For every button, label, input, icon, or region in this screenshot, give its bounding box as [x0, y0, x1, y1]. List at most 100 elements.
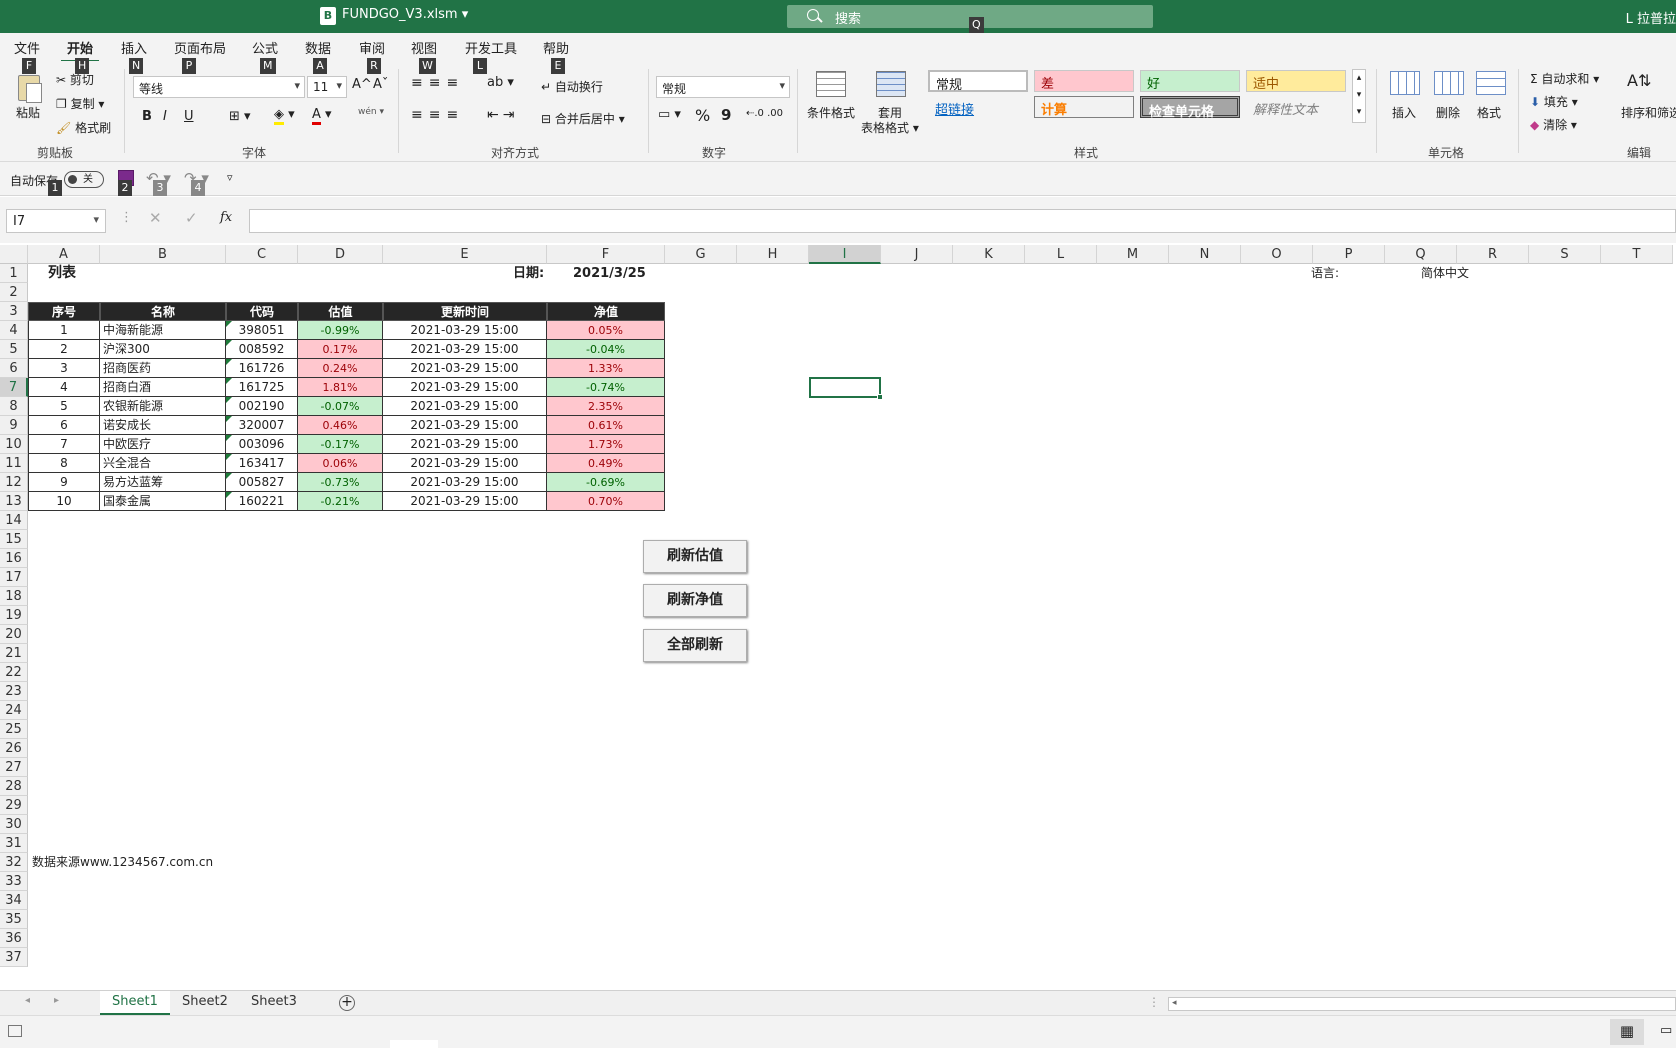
table-cell-name[interactable]: 招商白酒 [100, 378, 226, 397]
spreadsheet-grid[interactable]: A B C D E F G H I J K L M N O P Q R S T 1 2 3 4 5 6 7 8 9 10 11 12 13 14 1… [0, 245, 1676, 990]
row-header-3[interactable]: 3 [0, 302, 28, 321]
table-cell-no[interactable]: 6 [28, 416, 100, 435]
column-header-C[interactable]: C [226, 245, 298, 264]
date-label[interactable]: 日期: [513, 264, 563, 283]
font-size-select[interactable]: 11 [307, 76, 347, 98]
row-header-32[interactable]: 32 [0, 853, 28, 872]
tab-6[interactable]: 数据 [305, 38, 331, 57]
row-header-18[interactable]: 18 [0, 587, 28, 606]
column-header-M[interactable]: M [1097, 245, 1169, 264]
row-header-1[interactable]: 1 [0, 264, 28, 283]
macro-record-icon[interactable] [8, 1025, 22, 1037]
column-header-B[interactable]: B [100, 245, 226, 264]
table-cell-name[interactable]: 农银新能源 [100, 397, 226, 416]
underline-button[interactable]: U [184, 109, 194, 124]
table-cell-update-time[interactable]: 2021-03-29 15:00 [383, 397, 547, 416]
style-neutral[interactable]: 适中 [1246, 70, 1346, 92]
vertical-align-buttons[interactable]: ≡≡≡ [411, 75, 464, 91]
row-header-10[interactable]: 10 [0, 435, 28, 454]
row-header-19[interactable]: 19 [0, 606, 28, 625]
style-check-cell[interactable]: 检查单元格 [1140, 96, 1240, 120]
row-header-30[interactable]: 30 [0, 815, 28, 834]
scroll-right-icon[interactable]: ▸ [54, 995, 59, 1006]
row-header-36[interactable]: 36 [0, 929, 28, 948]
table-cell-estimate[interactable]: 0.17% [298, 340, 383, 359]
table-cell-update-time[interactable]: 2021-03-29 15:00 [383, 321, 547, 340]
row-header-31[interactable]: 31 [0, 834, 28, 853]
row-header-6[interactable]: 6 [0, 359, 28, 378]
row-header-8[interactable]: 8 [0, 397, 28, 416]
table-cell-update-time[interactable]: 2021-03-29 15:00 [383, 435, 547, 454]
table-cell-name[interactable]: 中海新能源 [100, 321, 226, 340]
horizontal-scrollbar[interactable]: ◂ [1168, 997, 1676, 1011]
row-header-34[interactable]: 34 [0, 891, 28, 910]
column-header-I[interactable]: I [809, 245, 881, 264]
table-cell-no[interactable]: 4 [28, 378, 100, 397]
tab-3[interactable]: 插入 [121, 38, 147, 57]
row-header-24[interactable]: 24 [0, 701, 28, 720]
indent-buttons[interactable]: ⇤⇥ [487, 107, 518, 123]
wrap-text-button[interactable]: ↵ 自动换行 [541, 78, 603, 95]
select-all-corner[interactable] [0, 245, 28, 264]
conditional-format-icon[interactable] [816, 71, 846, 97]
table-cell-update-time[interactable]: 2021-03-29 15:00 [383, 378, 547, 397]
column-header-D[interactable]: D [298, 245, 383, 264]
table-format-icon[interactable] [876, 71, 906, 97]
column-header-A[interactable]: A [28, 245, 100, 264]
table-cell-no[interactable]: 10 [28, 492, 100, 511]
insert-function-icon[interactable]: fx [220, 210, 232, 225]
insert-cells-icon[interactable] [1390, 71, 1420, 95]
table-cell-estimate[interactable]: 0.06% [298, 454, 383, 473]
table-cell-no[interactable]: 3 [28, 359, 100, 378]
table-cell-code[interactable]: 320007 [226, 416, 298, 435]
column-header-T[interactable]: T [1601, 245, 1673, 264]
horizontal-align-buttons[interactable]: ≡≡≡ [411, 107, 464, 123]
font-name-select[interactable]: 等线 [133, 76, 305, 98]
table-cell-nav[interactable]: -0.04% [547, 340, 665, 359]
column-header-K[interactable]: K [953, 245, 1025, 264]
selected-cell[interactable] [809, 377, 883, 400]
table-cell-nav[interactable]: 0.49% [547, 454, 665, 473]
decimal-buttons[interactable]: ⇠.0 .00 [746, 108, 783, 119]
table-cell-code[interactable]: 161726 [226, 359, 298, 378]
tab-10[interactable]: 帮助 [543, 38, 569, 57]
row-header-37[interactable]: 37 [0, 948, 28, 967]
table-cell-estimate[interactable]: -0.73% [298, 473, 383, 492]
styles-scroll-buttons[interactable]: ▴ ▾ ▾ [1352, 69, 1366, 123]
table-header-1[interactable]: 序号 [28, 302, 100, 321]
cancel-icon[interactable]: ✕ [149, 209, 162, 227]
border-button[interactable]: ⊞ ▾ [229, 109, 251, 124]
grow-font-button[interactable]: A^ [352, 77, 372, 92]
row-header-25[interactable]: 25 [0, 720, 28, 739]
format-cells-button[interactable]: 格式 [1477, 104, 1501, 121]
page-layout-view-icon[interactable]: ▭ [1660, 1023, 1672, 1038]
clear-button[interactable]: ◆ 清除 ▾ [1530, 116, 1577, 133]
table-cell-estimate[interactable]: 1.81% [298, 378, 383, 397]
table-cell-nav[interactable]: 0.70% [547, 492, 665, 511]
table-cell-estimate[interactable]: -0.17% [298, 435, 383, 454]
sort-filter-button[interactable]: 排序和筛选 [1621, 104, 1676, 121]
sheet-tab-2[interactable]: Sheet2 [170, 991, 240, 1015]
table-header-4[interactable]: 估值 [298, 302, 383, 321]
table-cell-no[interactable]: 2 [28, 340, 100, 359]
row-header-4[interactable]: 4 [0, 321, 28, 340]
tab-splitter[interactable]: ⋮ [1148, 995, 1160, 1009]
table-cell-code[interactable]: 163417 [226, 454, 298, 473]
column-header-S[interactable]: S [1529, 245, 1601, 264]
row-header-16[interactable]: 16 [0, 549, 28, 568]
row-header-15[interactable]: 15 [0, 530, 28, 549]
column-header-R[interactable]: R [1457, 245, 1529, 264]
orientation-button[interactable]: ab ▾ [487, 75, 514, 90]
bold-button[interactable]: B [142, 109, 152, 124]
sheet-tab-1[interactable]: Sheet1 [100, 991, 170, 1015]
column-header-P[interactable]: P [1313, 245, 1385, 264]
tab-7[interactable]: 审阅 [359, 38, 385, 57]
row-header-12[interactable]: 12 [0, 473, 28, 492]
phonetic-button[interactable]: wén ▾ [358, 107, 384, 117]
fill-button[interactable]: ⬇ 填充 ▾ [1530, 93, 1578, 110]
table-cell-estimate[interactable]: -0.21% [298, 492, 383, 511]
column-header-J[interactable]: J [881, 245, 953, 264]
column-header-H[interactable]: H [737, 245, 809, 264]
tab-9[interactable]: 开发工具 [465, 38, 517, 57]
file-title[interactable]: FUNDGO_V3.xlsm ▾ [342, 7, 468, 22]
